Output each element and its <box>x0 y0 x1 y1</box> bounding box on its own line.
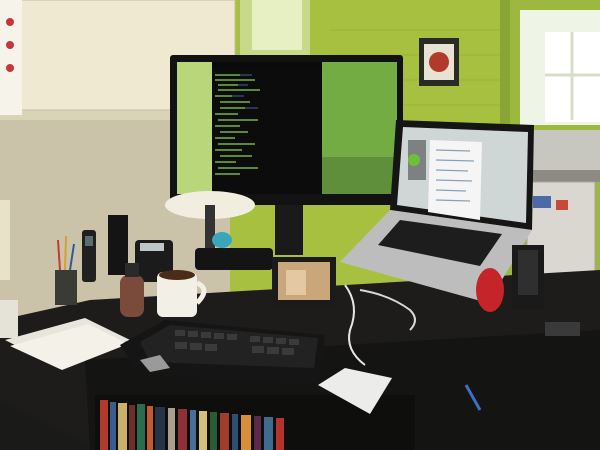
dish-rack <box>532 130 600 170</box>
photo-illustration <box>0 0 600 450</box>
wall-calendar <box>0 0 22 115</box>
tissue-box <box>0 300 18 338</box>
photo-scene <box>0 0 600 450</box>
lamp-base <box>195 248 273 270</box>
counter <box>525 170 600 182</box>
pen-cup <box>55 270 77 305</box>
monitor-stand-neck <box>275 200 303 255</box>
water-bottle <box>120 275 144 317</box>
sticky-note <box>545 322 580 336</box>
red-bag <box>476 268 504 312</box>
wall-pipe <box>500 0 510 140</box>
